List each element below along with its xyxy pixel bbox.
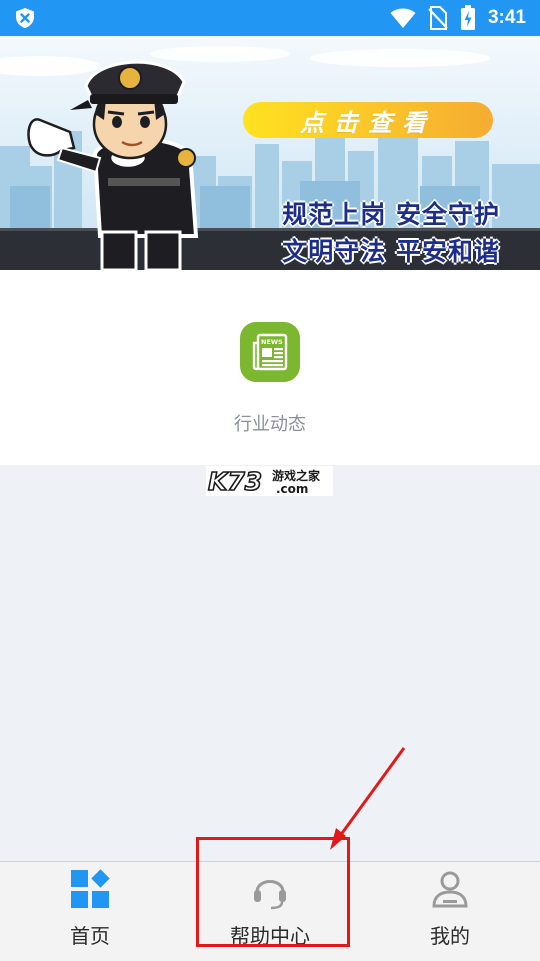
svg-text:NEWS: NEWS bbox=[261, 338, 283, 346]
view-details-label: 点击查看 bbox=[300, 108, 436, 137]
feature-industry-news[interactable]: NEWS 行业动态 bbox=[230, 322, 310, 442]
svg-text:游戏之家: 游戏之家 bbox=[272, 468, 321, 483]
shield-x-icon bbox=[16, 8, 34, 28]
feature-grid: NEWS 行业动态 bbox=[0, 270, 540, 465]
tab-home-label: 首页 bbox=[70, 924, 110, 948]
promo-banner[interactable]: 点击查看 规范上岗 安全守护 文明守法 平安和谐 bbox=[0, 36, 540, 270]
wifi-icon bbox=[390, 8, 416, 28]
watermark-logo: K73 游戏之家 .com bbox=[206, 466, 333, 497]
banner-slogan-line2: 文明守法 平安和谐 bbox=[282, 237, 500, 266]
banner-slogan-line1: 规范上岗 安全守护 bbox=[282, 200, 500, 229]
tab-mine-label: 我的 bbox=[430, 924, 470, 948]
clock: 3:41 bbox=[487, 7, 526, 28]
tab-home[interactable]: 首页 bbox=[20, 862, 160, 961]
svg-text:.com: .com bbox=[276, 482, 308, 496]
battery-charging-icon bbox=[460, 5, 475, 30]
user-icon bbox=[432, 871, 468, 908]
feature-label: 行业动态 bbox=[234, 414, 306, 435]
news-icon: NEWS bbox=[240, 322, 300, 382]
svg-text:K73: K73 bbox=[208, 467, 262, 496]
status-bar: 3:41 bbox=[0, 0, 540, 36]
view-details-button[interactable]: 点击查看 bbox=[243, 102, 493, 138]
tab-mine[interactable]: 我的 bbox=[380, 862, 520, 961]
no-sim-icon bbox=[428, 6, 448, 30]
home-grid-icon bbox=[71, 869, 110, 908]
highlight-box bbox=[196, 837, 350, 947]
